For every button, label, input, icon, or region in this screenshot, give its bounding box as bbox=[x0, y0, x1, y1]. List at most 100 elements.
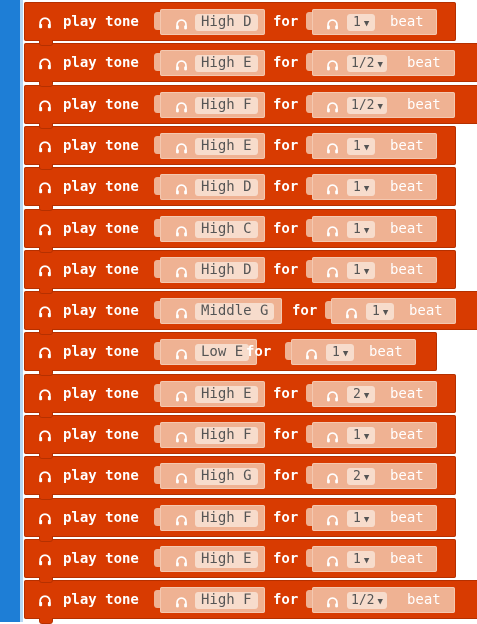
note-slot[interactable]: High C bbox=[160, 216, 265, 242]
note-value[interactable]: High F bbox=[195, 97, 258, 114]
beats-dropdown[interactable]: 1 ▼ bbox=[326, 344, 355, 361]
beats-dropdown[interactable]: 1 ▼ bbox=[347, 551, 376, 568]
block-notch bbox=[39, 205, 53, 211]
play-tone-block[interactable]: play tone High E for 1 ▼ beat bbox=[24, 126, 456, 170]
play-tone-block[interactable]: play tone High G for 2 ▼ beat bbox=[24, 456, 456, 500]
for-label: for bbox=[273, 179, 299, 195]
note-value[interactable]: High F bbox=[195, 592, 258, 609]
beat-slot[interactable]: 1 ▼ beat bbox=[291, 339, 416, 365]
beat-slot[interactable]: 1/2 ▼ beat bbox=[312, 587, 455, 613]
beats-dropdown[interactable]: 2 ▼ bbox=[347, 386, 376, 403]
headphone-icon bbox=[326, 388, 339, 402]
play-tone-block[interactable]: play tone High E for 1/2 ▼ beat bbox=[24, 43, 477, 87]
note-value[interactable]: High D bbox=[195, 262, 258, 279]
block-notch bbox=[39, 494, 53, 500]
beats-dropdown[interactable]: 1 ▼ bbox=[347, 138, 376, 155]
beat-label: beat bbox=[390, 468, 424, 484]
beat-slot[interactable]: 1 ▼ beat bbox=[312, 174, 437, 200]
note-value[interactable]: High E bbox=[195, 551, 258, 568]
beats-dropdown[interactable]: 1 ▼ bbox=[347, 14, 376, 31]
play-tone-label: play tone bbox=[63, 179, 139, 195]
play-tone-block[interactable]: play tone High D for 1 ▼ beat bbox=[24, 167, 456, 211]
beat-slot[interactable]: 1 ▼ beat bbox=[312, 133, 437, 159]
block-notch bbox=[39, 453, 53, 459]
for-label: for bbox=[273, 551, 299, 567]
play-tone-block[interactable]: play tone High D for 1 ▼ beat bbox=[24, 2, 456, 46]
headphone-icon bbox=[326, 264, 339, 278]
beats-value: 1 bbox=[353, 15, 361, 30]
play-tone-block[interactable]: play tone High F for 1/2 ▼ beat bbox=[24, 85, 477, 129]
beats-dropdown[interactable]: 1/2 ▼ bbox=[347, 55, 387, 72]
beat-slot[interactable]: 1 ▼ beat bbox=[312, 505, 437, 531]
note-slot[interactable]: Low E bbox=[160, 339, 257, 365]
for-label: for bbox=[273, 386, 299, 402]
beat-slot[interactable]: 1 ▼ beat bbox=[312, 9, 437, 35]
note-slot[interactable]: High D bbox=[160, 257, 265, 283]
for-label: for bbox=[246, 344, 272, 360]
note-value[interactable]: High D bbox=[195, 179, 258, 196]
block-notch bbox=[39, 412, 53, 418]
note-slot[interactable]: High E bbox=[160, 133, 265, 159]
beats-dropdown[interactable]: 1 ▼ bbox=[347, 179, 376, 196]
beat-slot[interactable]: 1 ▼ beat bbox=[312, 422, 437, 448]
beats-dropdown[interactable]: 1 ▼ bbox=[347, 427, 376, 444]
note-slot[interactable]: High E bbox=[160, 50, 265, 76]
note-slot[interactable]: High F bbox=[160, 587, 265, 613]
play-tone-label: play tone bbox=[63, 55, 139, 71]
for-label: for bbox=[273, 427, 299, 443]
note-slot[interactable]: High F bbox=[160, 505, 265, 531]
play-tone-label: play tone bbox=[63, 551, 139, 567]
note-slot[interactable]: High E bbox=[160, 381, 265, 407]
headphone-icon bbox=[38, 593, 52, 607]
beats-dropdown[interactable]: 2 ▼ bbox=[347, 468, 376, 485]
dropdown-arrow-icon: ▼ bbox=[377, 60, 383, 70]
play-tone-block[interactable]: play tone High F for 1/2 ▼ beat bbox=[24, 580, 477, 624]
note-value[interactable]: High D bbox=[195, 14, 258, 31]
beats-value: 1 bbox=[372, 304, 380, 319]
sidebar-edge bbox=[20, 0, 23, 622]
note-value[interactable]: High E bbox=[195, 55, 258, 72]
note-value[interactable]: High E bbox=[195, 386, 258, 403]
note-value[interactable]: High F bbox=[195, 510, 258, 527]
note-slot[interactable]: High F bbox=[160, 422, 265, 448]
play-tone-block[interactable]: play tone High F for 1 ▼ beat bbox=[24, 498, 456, 542]
beat-slot[interactable]: 2 ▼ beat bbox=[312, 463, 437, 489]
play-tone-block[interactable]: play tone Middle G for 1 ▼ beat bbox=[24, 291, 477, 335]
note-slot[interactable]: Middle G bbox=[160, 298, 282, 324]
note-slot[interactable]: High G bbox=[160, 463, 265, 489]
beats-dropdown[interactable]: 1 ▼ bbox=[347, 262, 376, 279]
beats-dropdown[interactable]: 1 ▼ bbox=[347, 221, 376, 238]
beat-slot[interactable]: 2 ▼ beat bbox=[312, 381, 437, 407]
play-tone-block[interactable]: play tone High E for 1 ▼ beat bbox=[24, 539, 456, 583]
note-value[interactable]: High F bbox=[195, 427, 258, 444]
note-value[interactable]: High C bbox=[195, 221, 258, 238]
block-notch bbox=[39, 40, 53, 46]
play-tone-block[interactable]: play tone High D for 1 ▼ beat bbox=[24, 250, 456, 294]
note-slot[interactable]: High E bbox=[160, 546, 265, 572]
beat-slot[interactable]: 1/2 ▼ beat bbox=[312, 50, 455, 76]
block-notch bbox=[39, 329, 53, 335]
beat-slot[interactable]: 1 ▼ beat bbox=[312, 257, 437, 283]
beats-dropdown[interactable]: 1/2 ▼ bbox=[347, 592, 387, 609]
dropdown-arrow-icon: ▼ bbox=[363, 473, 370, 483]
note-value[interactable]: Low E bbox=[195, 344, 250, 361]
play-tone-block[interactable]: play tone High C for 1 ▼ beat bbox=[24, 209, 456, 253]
beat-slot[interactable]: 1 ▼ beat bbox=[312, 216, 437, 242]
beat-slot[interactable]: 1/2 ▼ beat bbox=[312, 92, 455, 118]
note-slot[interactable]: High F bbox=[160, 92, 265, 118]
beats-dropdown[interactable]: 1 ▼ bbox=[347, 510, 376, 527]
beats-dropdown[interactable]: 1 ▼ bbox=[366, 303, 395, 320]
note-slot[interactable]: High D bbox=[160, 174, 265, 200]
beats-dropdown[interactable]: 1/2 ▼ bbox=[347, 97, 387, 114]
note-value[interactable]: High E bbox=[195, 138, 258, 155]
play-tone-block[interactable]: play tone High E for 2 ▼ beat bbox=[24, 374, 456, 418]
play-tone-block[interactable]: play tone Low Efor 1 ▼ beat bbox=[24, 332, 437, 376]
note-slot[interactable]: High D bbox=[160, 9, 265, 35]
headphone-icon bbox=[175, 57, 188, 71]
beat-slot[interactable]: 1 ▼ beat bbox=[312, 546, 437, 572]
note-value[interactable]: High G bbox=[195, 468, 258, 485]
beat-label: beat bbox=[409, 303, 443, 319]
play-tone-block[interactable]: play tone High F for 1 ▼ beat bbox=[24, 415, 456, 459]
beat-slot[interactable]: 1 ▼ beat bbox=[331, 298, 456, 324]
note-value[interactable]: Middle G bbox=[195, 303, 275, 320]
